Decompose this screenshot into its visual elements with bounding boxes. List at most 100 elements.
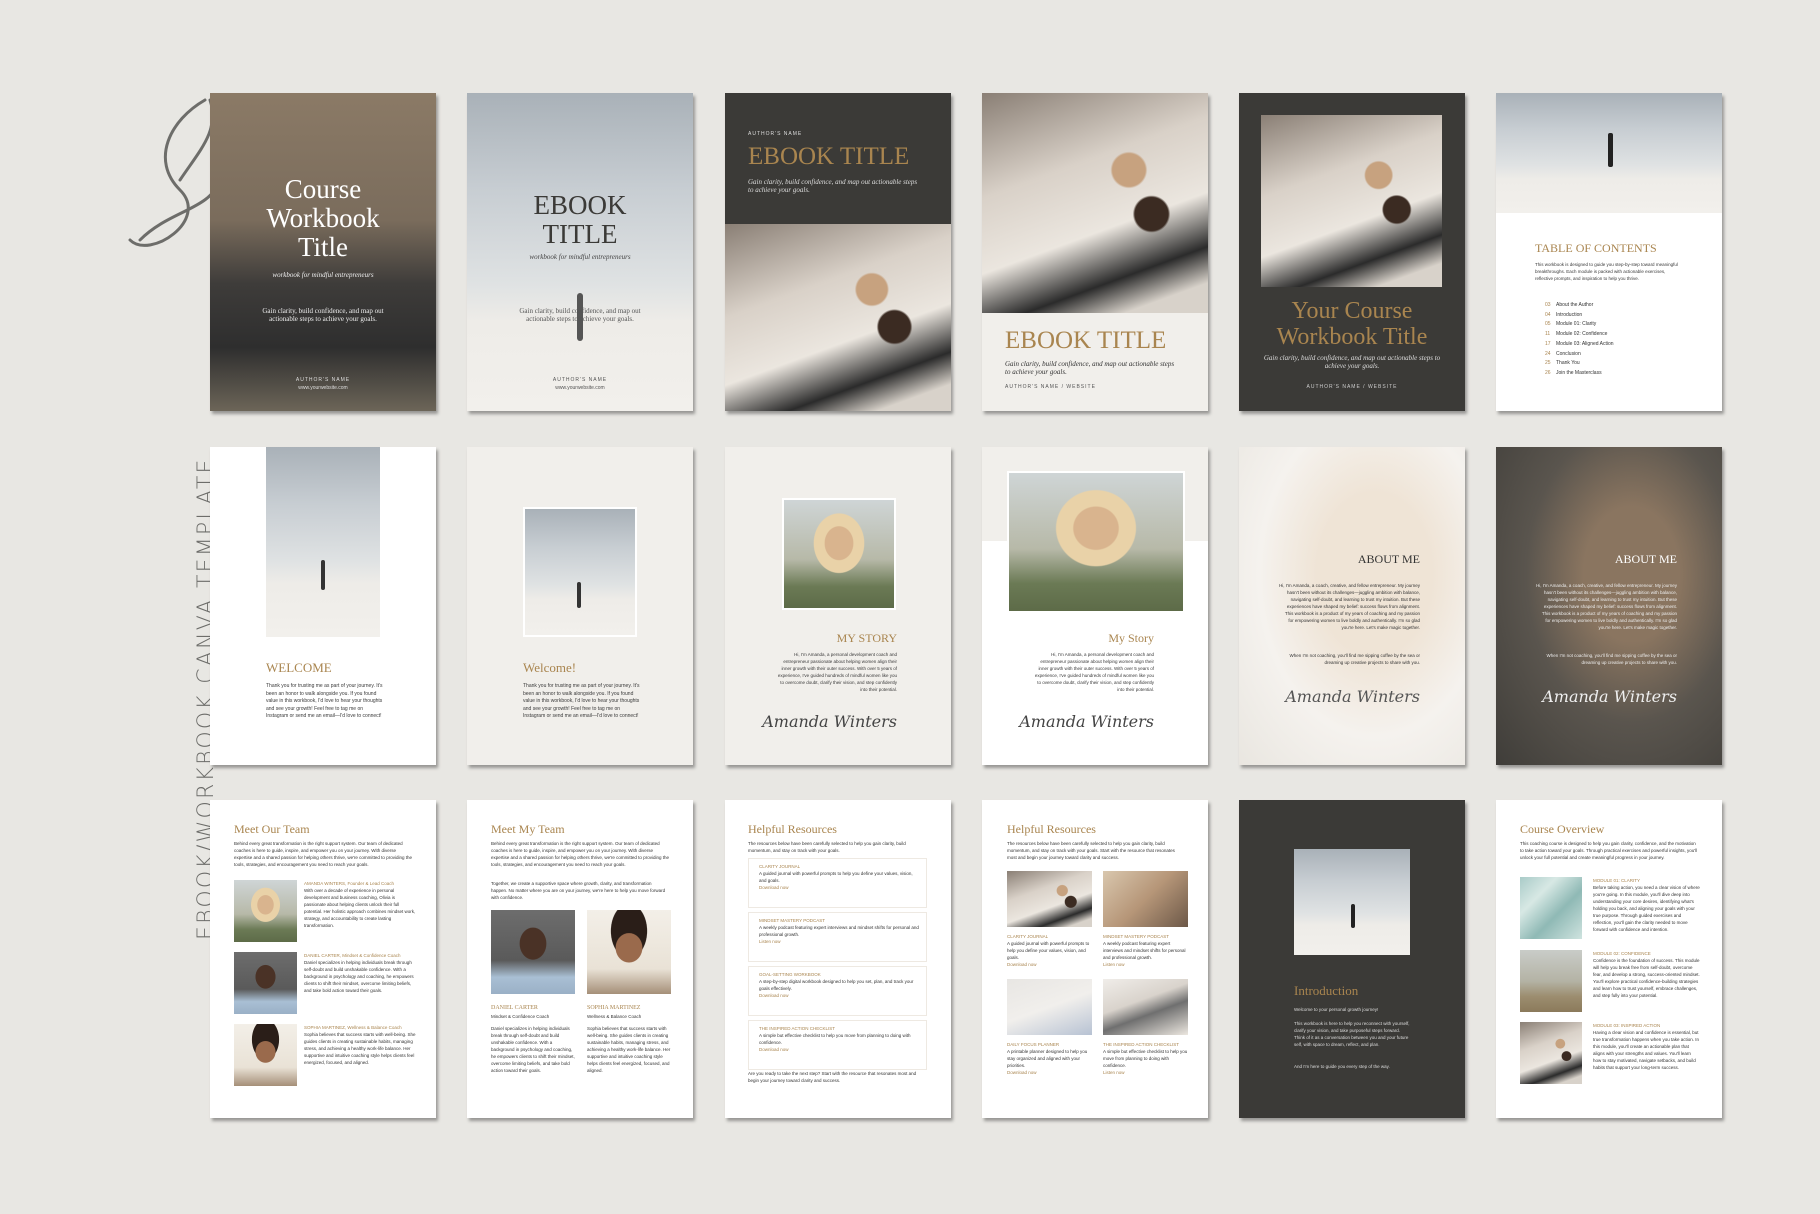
cover-description: Gain clarity, build confidence, and map … — [1263, 354, 1441, 370]
cover-title: EBOOK TITLE — [1005, 327, 1167, 354]
intro-paragraph-3: And I'm here to guide you every step of … — [1294, 1064, 1390, 1069]
page-introduction[interactable]: Introduction Welcome to your personal gr… — [1239, 800, 1465, 1118]
toc-item[interactable]: 25 Thank You — [1545, 359, 1614, 369]
toc-list: 03 About the Author 04 Introduction 05 Module… — [1545, 301, 1614, 379]
page-table-of-contents[interactable]: TABLE OF CONTENTS This workbook is desig… — [1496, 93, 1722, 411]
figure-silhouette — [321, 560, 325, 590]
resource-text: A weekly podcast featuring expert interv… — [759, 925, 919, 937]
module-photo-action — [1520, 1022, 1582, 1084]
brand-panel: Solenne EBOOK/WORKBOOK CANVA TEMPLATE — [60, 90, 230, 940]
toc-item-label: Module 03: Aligned Action — [1556, 340, 1614, 347]
page-cover-your-course-dark[interactable]: Your Course Workbook Title Gain clarity,… — [1239, 93, 1465, 411]
resource-link[interactable]: Download now — [1007, 961, 1092, 968]
overview-intro: This coaching course is designed to help… — [1520, 841, 1698, 860]
page-meet-my-team[interactable]: Meet My Team Behind every great transfor… — [467, 800, 693, 1118]
toc-page-number: 11 — [1545, 331, 1551, 338]
cover-website: www.yourwebsite.com — [298, 385, 348, 391]
resource-heading: MINDSET MASTERY PODCAST — [759, 918, 826, 923]
module-text: Confidence is the foundation of success.… — [1593, 958, 1700, 998]
page-welcome-framed[interactable]: Welcome! Thank you for trusting me as pa… — [467, 447, 693, 765]
about-title: ABOUT ME — [1357, 552, 1420, 566]
cover-author: AUTHOR'S NAME — [748, 131, 803, 137]
page-my-story[interactable]: MY STORY Hi, I'm Amanda, a personal deve… — [725, 447, 951, 765]
toc-item-label: Join the Masterclass — [1556, 369, 1602, 376]
member-bio: Daniel specializes in helping individual… — [491, 1026, 575, 1073]
story-portrait-photo — [782, 498, 896, 610]
toc-item-label: About the Author — [1556, 302, 1594, 308]
resource-heading: THE INSPIRED ACTION CHECKLIST — [759, 1026, 836, 1031]
cover-title: EBOOK TITLE — [533, 190, 627, 249]
resource-link[interactable]: Download now — [759, 884, 919, 891]
page-helpful-resources-list[interactable]: Helpful Resources The resources below ha… — [725, 800, 951, 1118]
cover-author-line: AUTHOR'S NAME / WEBSITE — [1306, 384, 1398, 390]
toc-item[interactable]: 11 Module 02: Confidence — [1545, 330, 1614, 340]
toc-item[interactable]: 03 About the Author — [1545, 301, 1614, 311]
toc-item[interactable]: 04 Introduction — [1545, 311, 1614, 321]
intro-paragraph-2: This workbook is here to help you reconn… — [1294, 1021, 1410, 1047]
cover-title: Course Workbook Title — [266, 174, 380, 262]
team-intro-2: Together, we create a supportive space w… — [491, 881, 666, 900]
module-text: Before taking action, you need a clear v… — [1593, 885, 1700, 932]
cover-photo-desk — [725, 224, 951, 411]
resource-card: MINDSET MASTERY PODCAST A weekly podcast… — [1103, 933, 1188, 968]
page-cover-ebook-sky[interactable]: EBOOK TITLE workbook for mindful entrepr… — [467, 93, 693, 411]
page-welcome[interactable]: WELCOME Thank you for trusting me as par… — [210, 447, 436, 765]
resources-list: CLARITY JOURNAL A guided journal with pow… — [748, 858, 927, 1074]
cover-tagline: workbook for mindful entrepreneurs — [529, 253, 631, 261]
welcome-body: Thank you for trusting me as part of you… — [523, 683, 640, 719]
about-body-2: When I'm not coaching, you'll find me si… — [1546, 653, 1677, 665]
page-cover-ebook-dark-top[interactable]: AUTHOR'S NAME EBOOK TITLE Gain clarity, … — [725, 93, 951, 411]
page-cover-ebook-photo-top[interactable]: EBOOK TITLE Gain clarity, build confiden… — [982, 93, 1208, 411]
cover-tagline: workbook for mindful entrepreneurs — [272, 271, 374, 279]
module-heading: MODULE 03: INSPIRED ACTION — [1593, 1023, 1661, 1028]
page-about-me-dark[interactable]: ABOUT ME Hi, I'm Amanda, a coach, creati… — [1496, 447, 1722, 765]
page-helpful-resources-grid[interactable]: Helpful Resources The resources below ha… — [982, 800, 1208, 1118]
resource-link[interactable]: Download now — [759, 992, 919, 999]
member-name: SOPHIA MARTINEZ — [587, 1005, 641, 1011]
resource-card: THE INSPIRED ACTION CHECKLIST A simple b… — [1103, 1041, 1188, 1076]
cover-website: www.yourwebsite.com — [555, 385, 605, 391]
toc-item-label: Module 02: Confidence — [1556, 331, 1608, 338]
member-bio: Sophia believes that success starts with… — [304, 1032, 416, 1065]
resource-photo-podcast — [1103, 871, 1188, 927]
module-item: MODULE 02: CONFIDENCE Confidence is the … — [1593, 950, 1700, 999]
resources-title: Helpful Resources — [1007, 822, 1096, 836]
resource-link[interactable]: Listen now — [759, 938, 919, 945]
resource-card: CLARITY JOURNAL A guided journal with po… — [1007, 933, 1092, 968]
member-heading: AMANDA WINTERS, Founder & Lead Coach — [304, 881, 395, 886]
resource-text: A simple but effective checklist to help… — [1103, 1049, 1188, 1068]
toc-item[interactable]: 17 Module 03: Aligned Action — [1545, 340, 1614, 350]
resource-text: A simple but effective checklist to help… — [759, 1033, 911, 1045]
cover-description: Gain clarity, build confidence, and map … — [262, 307, 384, 323]
page-cover-course-workbook[interactable]: Course Workbook Title workbook for mindf… — [210, 93, 436, 411]
resource-link[interactable]: Listen now — [1103, 1069, 1188, 1076]
toc-item[interactable]: 26 Join the Masterclass — [1545, 369, 1614, 379]
toc-page-number: 26 — [1545, 369, 1551, 376]
signature: Amanda Winters — [762, 712, 897, 731]
page-about-me-light[interactable]: ABOUT ME Hi, I'm Amanda, a coach, creati… — [1239, 447, 1465, 765]
toc-item[interactable]: 05 Module 01: Clarity — [1545, 320, 1614, 330]
signature: Amanda Winters — [1542, 687, 1677, 706]
resource-link[interactable]: Download now — [759, 1046, 919, 1053]
module-item: MODULE 03: INSPIRED ACTION Having a clea… — [1593, 1022, 1700, 1071]
toc-title: TABLE OF CONTENTS — [1535, 241, 1657, 255]
module-text: Having a clear vision and confidence is … — [1593, 1030, 1700, 1070]
toc-page-number: 24 — [1545, 350, 1551, 357]
cover-title: Your Course Workbook Title — [1276, 298, 1428, 350]
page-course-overview[interactable]: Course Overview This coaching course is … — [1496, 800, 1722, 1118]
about-title: ABOUT ME — [1614, 552, 1677, 566]
team-intro: Behind every great transformation is the… — [234, 841, 412, 867]
resource-link[interactable]: Listen now — [1103, 961, 1188, 968]
resource-card: GOAL-SETTING WORKBOOK A step-by-step digi… — [748, 966, 927, 1016]
cover-photo-desk — [1261, 115, 1442, 287]
module-heading: MODULE 02: CONFIDENCE — [1593, 951, 1651, 956]
page-my-story-split[interactable]: My Story Hi, I'm Amanda, a personal deve… — [982, 447, 1208, 765]
page-meet-our-team[interactable]: Meet Our Team Behind every great transfo… — [210, 800, 436, 1118]
member-photo-daniel — [234, 952, 297, 1014]
resource-photo-planner — [1007, 979, 1092, 1035]
resource-link[interactable]: Download now — [1007, 1069, 1092, 1076]
toc-item[interactable]: 24 Conclusion — [1545, 350, 1614, 360]
toc-item-label: Conclusion — [1556, 350, 1581, 357]
story-body: Hi, I'm Amanda, a personal development c… — [777, 652, 897, 692]
about-body-2: When I'm not coaching, you'll find me si… — [1289, 653, 1420, 665]
